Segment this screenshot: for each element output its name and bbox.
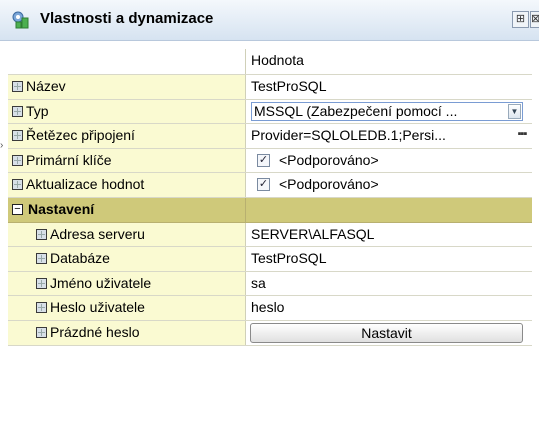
property-row-typ[interactable]: Typ MSSQL (Zabezpečení pomocí ... ▼: [8, 99, 532, 125]
check-icon[interactable]: ✓: [257, 178, 270, 192]
section-name-cell: − Nastavení: [8, 197, 246, 222]
property-name-cell: Heslo uživatele: [8, 296, 246, 320]
properties-icon: [12, 11, 29, 29]
property-value[interactable]: Provider=SQLOLEDB.1;Persi...: [247, 124, 532, 148]
type-select[interactable]: MSSQL (Zabezpečení pomocí ... ▼: [251, 101, 523, 121]
ellipsis-icon[interactable]: ▪▪▪: [515, 129, 529, 142]
property-icon: [12, 130, 23, 142]
property-icon: [12, 179, 23, 191]
close-button[interactable]: ⊠: [530, 11, 539, 28]
type-select-value: MSSQL (Zabezpečení pomocí ...: [254, 102, 458, 119]
property-name-cell: Adresa serveru: [8, 222, 246, 247]
section-row-settings[interactable]: − Nastavení: [8, 197, 532, 223]
set-button[interactable]: Nastavit: [250, 322, 523, 343]
property-row-empty-password[interactable]: Prázdné heslo Nastavit: [8, 320, 532, 346]
property-value: <Podporováno>: [279, 176, 379, 193]
property-value[interactable]: heslo: [247, 296, 532, 320]
property-icon: [36, 228, 47, 240]
panel-titlebar: Vlastnosti a dynamizace ⊞ ⊠: [0, 0, 539, 41]
property-name-cell: Typ: [8, 99, 246, 124]
property-icon: [36, 302, 47, 314]
property-label: Název: [26, 78, 66, 94]
property-value[interactable]: TestProSQL: [247, 247, 532, 271]
property-icon: [36, 253, 47, 265]
property-label: Adresa serveru: [50, 225, 145, 242]
value-column-header: Hodnota: [251, 52, 304, 68]
property-row-update-values[interactable]: Aktualizace hodnot ✓ <Podporováno>: [8, 173, 532, 198]
property-icon: [36, 326, 47, 338]
cursor-icon: ›: [0, 140, 4, 151]
property-name-cell: Jméno uživatele: [8, 271, 246, 296]
property-label: Primární klíče: [26, 151, 112, 168]
property-row-primary-keys[interactable]: Primární klíče ✓ <Podporováno>: [8, 148, 532, 174]
property-value[interactable]: TestProSQL: [247, 75, 532, 99]
section-label: Nastavení: [28, 200, 95, 217]
property-label: Aktualizace hodnot: [26, 176, 145, 193]
chevron-down-icon[interactable]: ▼: [508, 103, 521, 119]
property-name-cell: Řetězec připojení: [8, 124, 246, 148]
name-column-header: [8, 49, 246, 74]
property-row-password[interactable]: Heslo uživatele heslo: [8, 296, 532, 321]
property-name-cell: Prázdné heslo: [8, 320, 246, 345]
property-grid: Hodnota Název TestProSQL Typ MSSQL (Zabe…: [8, 49, 532, 346]
property-row-nazev[interactable]: Název TestProSQL: [8, 75, 532, 100]
property-label: Řetězec připojení: [26, 127, 135, 144]
property-row-connection-string[interactable]: Řetězec připojení Provider=SQLOLEDB.1;Pe…: [8, 124, 532, 149]
property-icon: [12, 105, 23, 117]
property-name-cell: Primární klíče: [8, 148, 246, 173]
property-label: Databáze: [50, 250, 110, 267]
property-row-server-address[interactable]: Adresa serveru SERVER\ALFASQL: [8, 222, 532, 248]
property-label: Typ: [26, 102, 49, 119]
property-name-cell: Databáze: [8, 247, 246, 271]
pin-button[interactable]: ⊞: [512, 11, 529, 28]
panel-title: Vlastnosti a dynamizace: [40, 10, 214, 27]
property-label: Jméno uživatele: [50, 274, 152, 291]
property-row-database[interactable]: Databáze TestProSQL: [8, 247, 532, 272]
property-name-cell: Aktualizace hodnot: [8, 173, 246, 197]
property-value[interactable]: SERVER\ALFASQL: [247, 223, 532, 247]
property-value: <Podporováno>: [279, 151, 379, 168]
property-icon: [12, 154, 23, 166]
section-value-cell: [247, 197, 532, 222]
property-icon: [36, 277, 47, 289]
property-row-username[interactable]: Jméno uživatele sa: [8, 271, 532, 297]
property-label: Heslo uživatele: [50, 299, 145, 316]
collapse-icon[interactable]: −: [12, 203, 23, 215]
grid-header: Hodnota: [8, 49, 532, 75]
property-label: Prázdné heslo: [50, 323, 140, 340]
property-name-cell: Název: [8, 75, 246, 99]
property-icon: [12, 81, 23, 92]
check-icon[interactable]: ✓: [257, 153, 270, 167]
property-value[interactable]: sa: [247, 272, 532, 296]
